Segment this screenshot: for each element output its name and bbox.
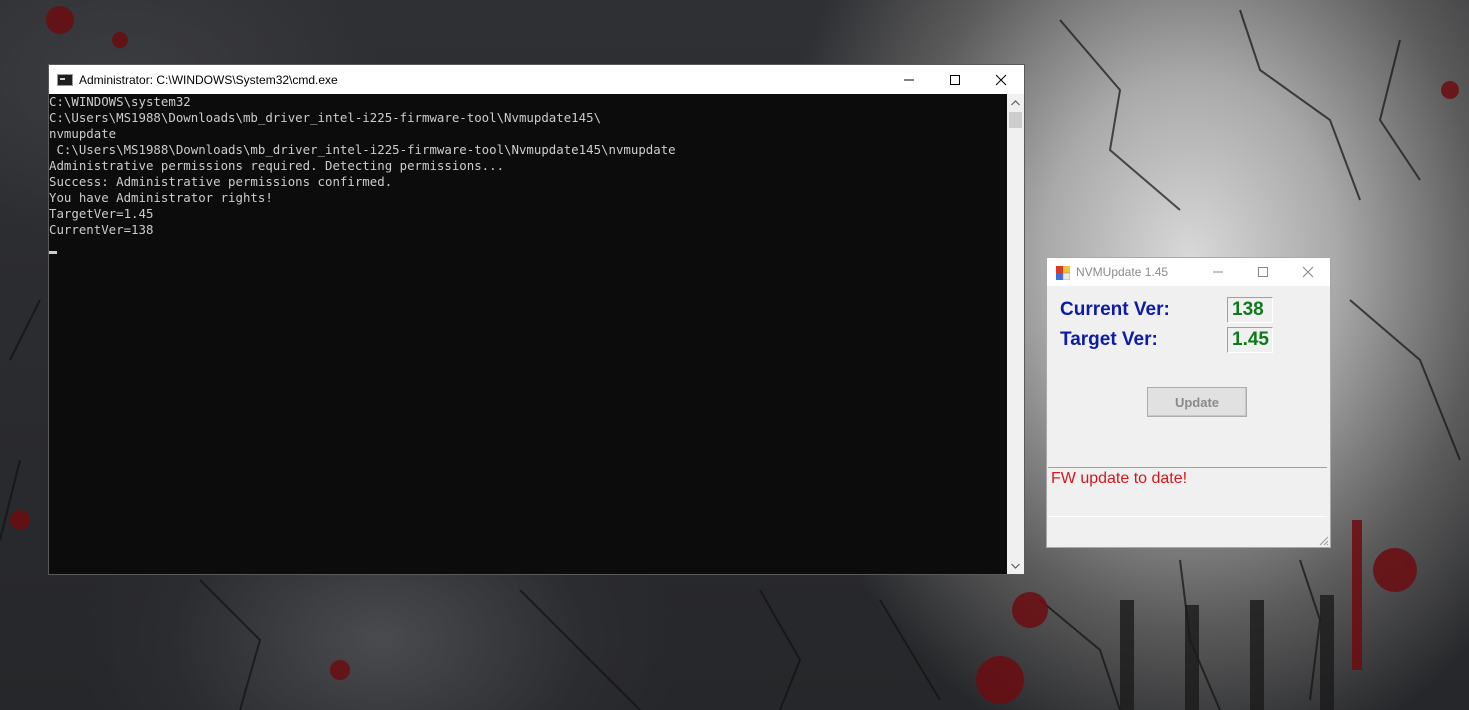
nvm-close-button[interactable] [1285,258,1330,286]
status-panel: FW update to date! [1048,467,1327,517]
close-icon [995,74,1007,85]
cmd-close-button[interactable] [978,65,1024,94]
target-ver-label: Target Ver: [1060,329,1158,350]
cmd-scrollbar[interactable] [1007,94,1024,574]
status-message: FW update to date! [1051,470,1188,487]
cmd-app-icon[interactable] [57,73,73,86]
scroll-down-button[interactable] [1007,557,1024,574]
console-line: C:\WINDOWS\system32 [49,94,191,109]
cmd-window[interactable]: Administrator: C:\WINDOWS\System32\cmd.e… [48,64,1025,575]
console-cursor [49,251,57,254]
cmd-window-controls [886,65,1024,94]
chevron-down-icon [1011,563,1020,569]
chevron-up-icon [1011,99,1020,105]
cmd-maximize-button[interactable] [932,65,978,94]
target-ver-value: 1.45 [1227,327,1273,353]
resize-grip-icon[interactable] [1317,534,1329,546]
current-ver-label: Current Ver: [1060,299,1170,320]
minimize-icon [1212,271,1223,273]
nvmupdate-window[interactable]: NVMUpdate 1.45 Current Ver: 138 Target V… [1046,257,1331,548]
nvm-app-icon[interactable] [1056,265,1071,281]
current-ver-value: 138 [1227,297,1273,323]
console-line: nvmupdate [49,126,117,141]
cmd-minimize-button[interactable] [886,65,932,94]
update-button[interactable]: Update [1147,387,1247,417]
cmd-titlebar[interactable]: Administrator: C:\WINDOWS\System32\cmd.e… [49,65,1024,94]
console-line: C:\Users\MS1988\Downloads\mb_driver_inte… [49,142,676,157]
nvm-maximize-button[interactable] [1240,258,1285,286]
console-line: You have Administrator rights! [49,190,273,205]
cmd-window-title: Administrator: C:\WINDOWS\System32\cmd.e… [79,72,338,87]
console-line: C:\Users\MS1988\Downloads\mb_driver_inte… [49,110,602,125]
minimize-icon [904,79,914,80]
nvm-window-title: NVMUpdate 1.45 [1076,265,1169,279]
console-line: Success: Administrative permissions conf… [49,174,393,189]
app-icon-graphic [1056,266,1071,281]
nvm-titlebar[interactable]: NVMUpdate 1.45 [1047,258,1330,286]
scroll-up-button[interactable] [1007,94,1024,111]
cmd-console-output[interactable]: C:\WINDOWS\system32 C:\Users\MS1988\Down… [49,94,1009,574]
close-icon [1302,266,1313,278]
console-line: TargetVer=1.45 [49,206,154,221]
nvm-window-controls [1195,258,1330,286]
maximize-icon [950,74,960,85]
nvm-minimize-button[interactable] [1195,258,1240,286]
scroll-thumb[interactable] [1009,112,1022,128]
console-line: CurrentVer=138 [49,222,154,237]
maximize-icon [1257,267,1268,277]
console-line: Administrative permissions required. Det… [49,158,505,173]
